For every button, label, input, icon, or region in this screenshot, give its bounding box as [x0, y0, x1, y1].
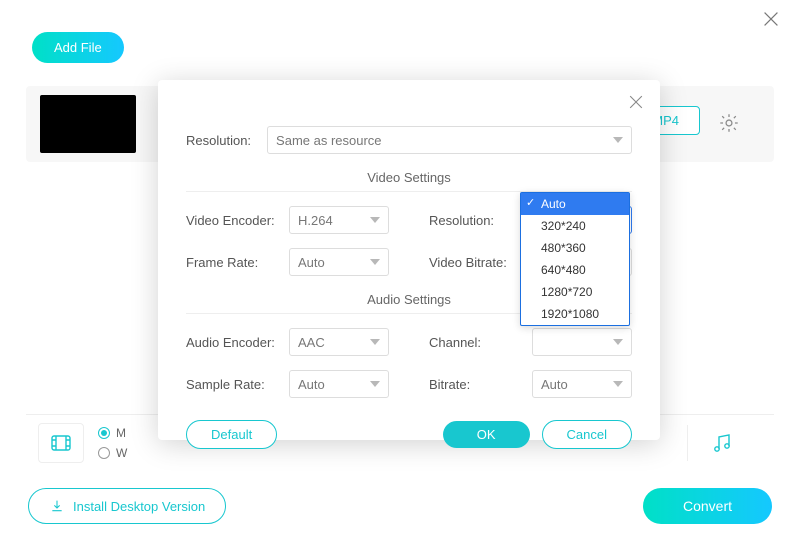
channel-select[interactable]: [532, 328, 632, 356]
sample-rate-select[interactable]: Auto: [289, 370, 389, 398]
output-radio-2[interactable]: W: [98, 446, 127, 460]
video-encoder-value: H.264: [298, 213, 333, 228]
video-encoder-label: Video Encoder:: [186, 213, 286, 228]
frame-rate-select[interactable]: Auto: [289, 248, 389, 276]
resolution-option[interactable]: 480*360: [521, 237, 629, 259]
resolution-option[interactable]: 1920*1080: [521, 303, 629, 325]
audio-encoder-label: Audio Encoder:: [186, 335, 286, 350]
convert-button[interactable]: Convert: [643, 488, 772, 524]
output-format-radios: M W: [98, 426, 127, 460]
top-resolution-label: Resolution:: [186, 133, 251, 148]
channel-label: Channel:: [429, 335, 529, 350]
frame-rate-label: Frame Rate:: [186, 255, 286, 270]
audio-encoder-select[interactable]: AAC: [289, 328, 389, 356]
film-icon: [49, 431, 73, 455]
outer-close-button[interactable]: [760, 8, 782, 33]
sample-rate-value: Auto: [298, 377, 325, 392]
chevron-down-icon: [370, 339, 380, 345]
audio-bitrate-value: Auto: [541, 377, 568, 392]
resolution-option[interactable]: 1280*720: [521, 281, 629, 303]
sample-rate-label: Sample Rate:: [186, 377, 286, 392]
music-icon: [710, 431, 734, 455]
chevron-down-icon: [613, 137, 623, 143]
default-button[interactable]: Default: [186, 420, 277, 449]
chevron-down-icon: [613, 381, 623, 387]
settings-button[interactable]: [718, 112, 740, 137]
audio-category-button[interactable]: [687, 425, 734, 461]
install-desktop-label: Install Desktop Version: [73, 499, 205, 514]
chevron-down-icon: [370, 217, 380, 223]
resolution-option[interactable]: 320*240: [521, 215, 629, 237]
chevron-down-icon: [613, 339, 623, 345]
gear-icon: [718, 112, 740, 134]
video-category-button[interactable]: [38, 423, 84, 463]
frame-rate-value: Auto: [298, 255, 325, 270]
audio-bitrate-select[interactable]: Auto: [532, 370, 632, 398]
video-bitrate-label: Video Bitrate:: [429, 255, 529, 270]
video-thumbnail[interactable]: [40, 95, 136, 153]
output-radio-1[interactable]: M: [98, 426, 127, 440]
close-icon: [626, 92, 646, 112]
output-radio-1-label: M: [116, 426, 126, 440]
top-resolution-select[interactable]: Same as resource: [267, 126, 632, 154]
close-icon: [760, 8, 782, 30]
settings-dialog: Resolution: Same as resource Video Setti…: [158, 80, 660, 440]
ok-button[interactable]: OK: [443, 421, 530, 448]
resolution-option[interactable]: 640*480: [521, 259, 629, 281]
install-desktop-button[interactable]: Install Desktop Version: [28, 488, 226, 524]
dialog-close-button[interactable]: [626, 92, 646, 115]
top-resolution-value: Same as resource: [276, 133, 382, 148]
resolution-option[interactable]: Auto: [521, 193, 629, 215]
chevron-down-icon: [370, 381, 380, 387]
video-resolution-label: Resolution:: [429, 213, 529, 228]
audio-bitrate-label: Bitrate:: [429, 377, 529, 392]
radio-icon: [98, 427, 110, 439]
resolution-dropdown: Auto320*240480*360640*4801280*7201920*10…: [520, 192, 630, 326]
chevron-down-icon: [370, 259, 380, 265]
cancel-button[interactable]: Cancel: [542, 420, 632, 449]
add-file-button[interactable]: Add File: [32, 32, 124, 63]
audio-encoder-value: AAC: [298, 335, 325, 350]
download-icon: [49, 498, 65, 514]
output-radio-2-label: W: [116, 446, 127, 460]
video-settings-title: Video Settings: [186, 170, 632, 192]
video-encoder-select[interactable]: H.264: [289, 206, 389, 234]
radio-icon: [98, 447, 110, 459]
